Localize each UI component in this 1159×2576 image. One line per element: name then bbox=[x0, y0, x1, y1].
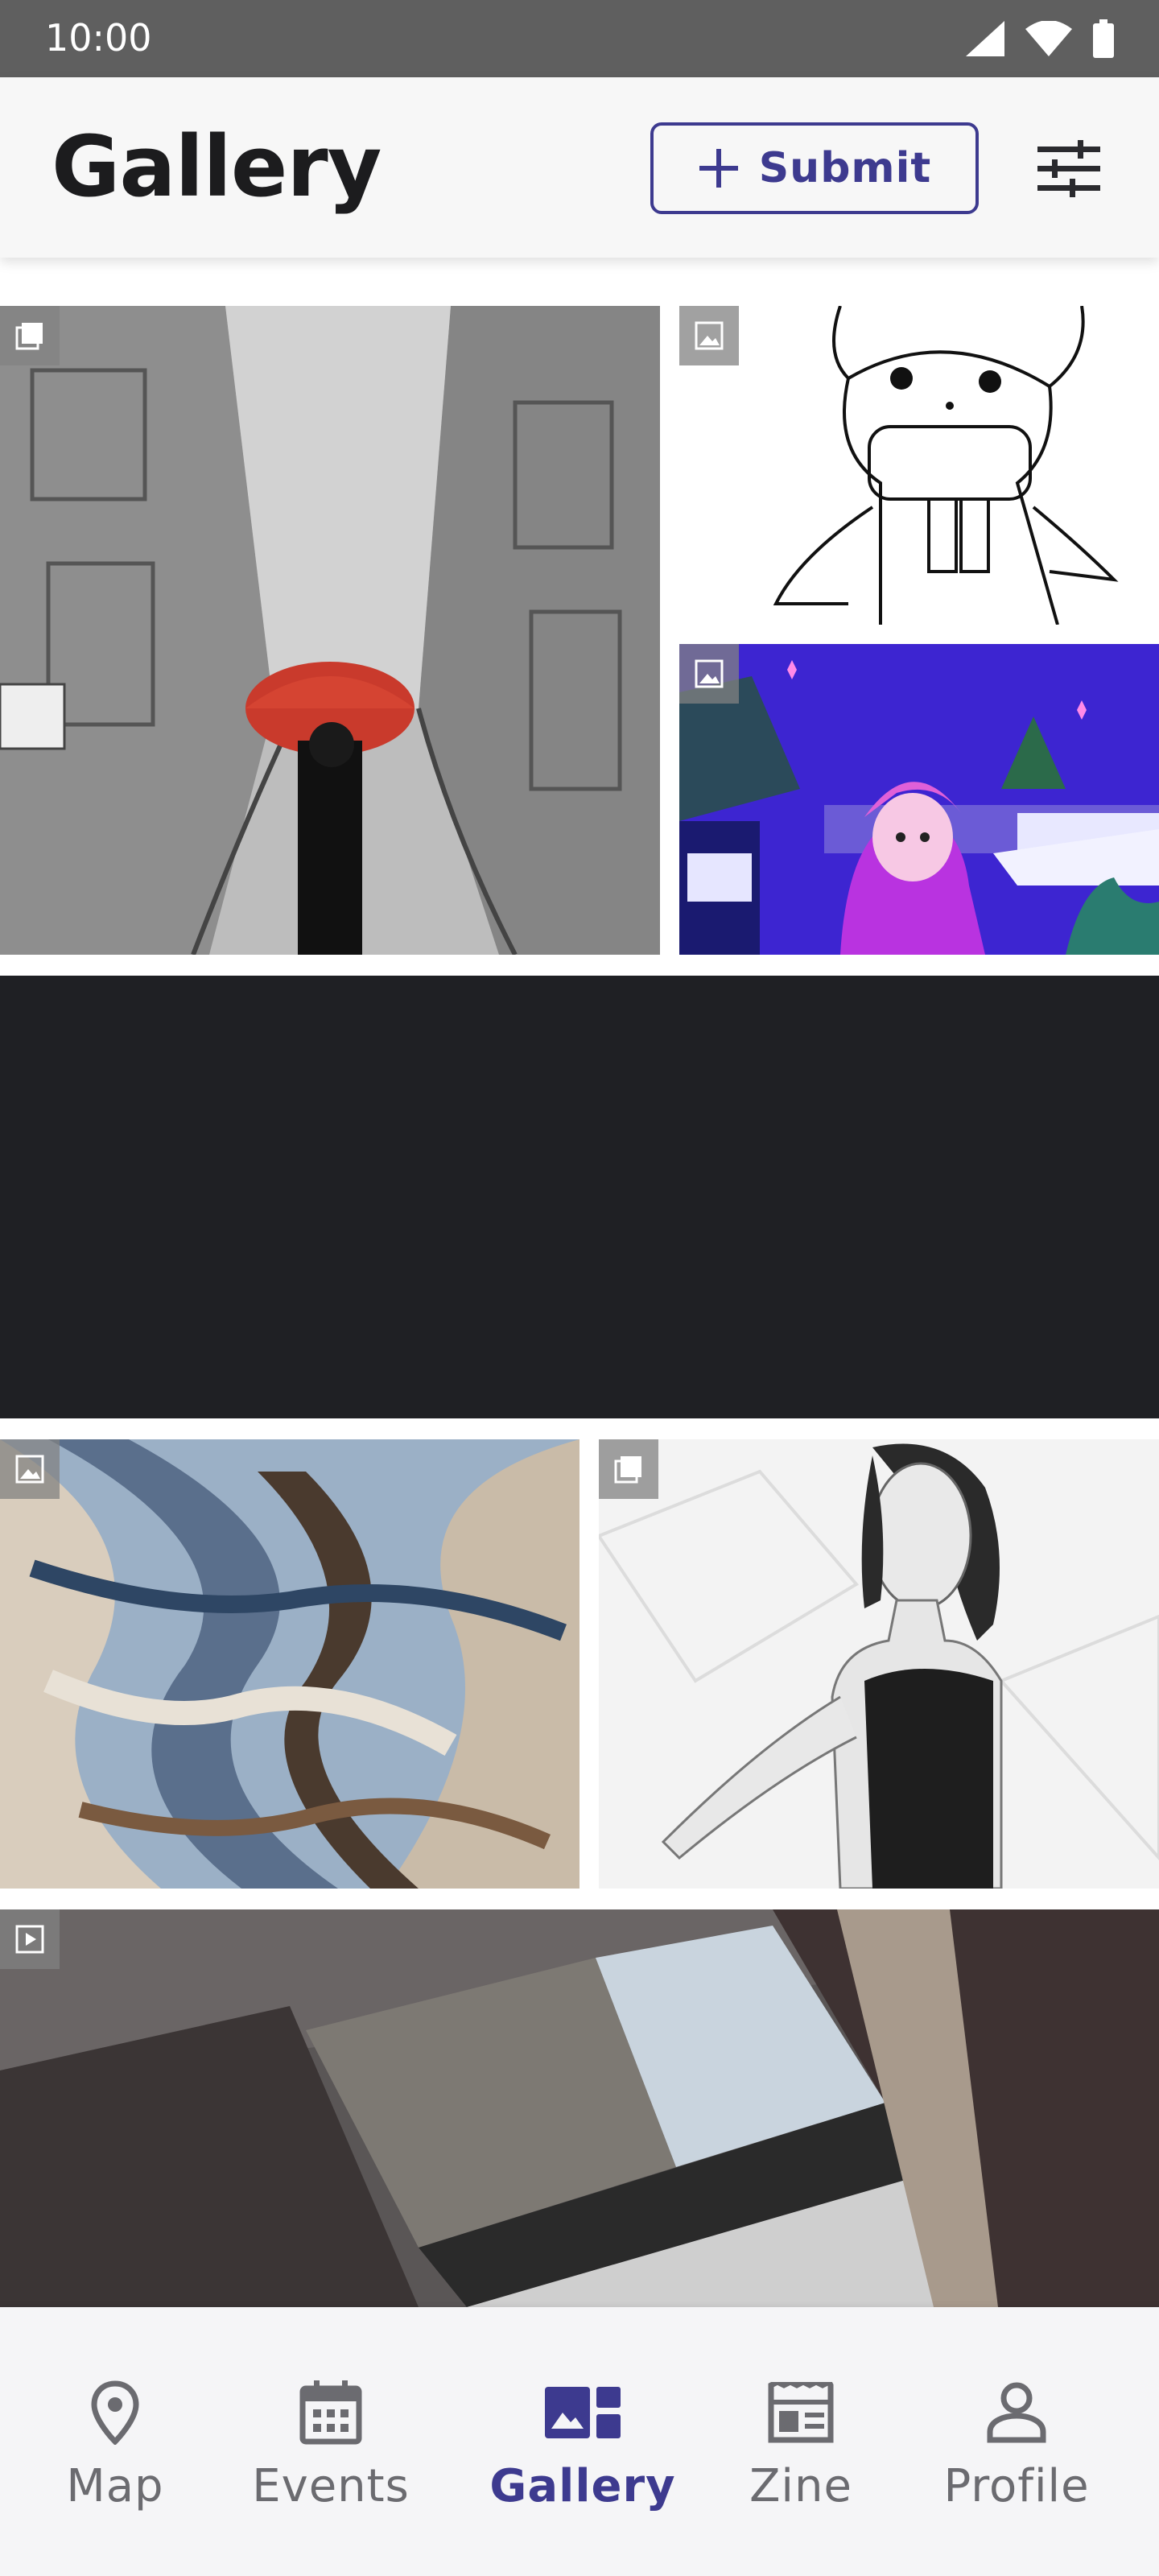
image-icon bbox=[695, 659, 724, 688]
submit-button[interactable]: Submit bbox=[650, 122, 979, 214]
collection-icon bbox=[614, 1456, 641, 1484]
nav-label: Events bbox=[252, 2460, 410, 2512]
artwork-image bbox=[679, 306, 1159, 625]
newspaper-icon bbox=[768, 2382, 834, 2443]
gallery-tile-bunny-drawing[interactable] bbox=[679, 306, 1159, 625]
artwork-image bbox=[0, 306, 660, 955]
video-icon bbox=[15, 1925, 44, 1954]
collection-badge bbox=[599, 1439, 658, 1499]
nav-label: Profile bbox=[943, 2460, 1090, 2512]
image-icon bbox=[695, 321, 724, 350]
page-title: Gallery bbox=[52, 118, 382, 216]
image-icon bbox=[15, 1455, 44, 1484]
gallery-tile-ceiling-video[interactable] bbox=[0, 1909, 1159, 2307]
gallery-tile-abstract-swirl[interactable] bbox=[0, 1439, 580, 1889]
nav-item-profile[interactable]: Profile bbox=[926, 2307, 1107, 2576]
image-badge bbox=[679, 644, 739, 704]
filter-button[interactable] bbox=[1027, 130, 1111, 208]
signal-icon bbox=[966, 21, 1004, 56]
nav-item-zine[interactable]: Zine bbox=[724, 2307, 877, 2576]
nav-item-gallery[interactable]: Gallery bbox=[485, 2307, 681, 2576]
collection-icon bbox=[15, 323, 43, 350]
submit-label: Submit bbox=[758, 144, 932, 192]
nav-label: Zine bbox=[749, 2460, 852, 2512]
battery-icon bbox=[1093, 19, 1114, 58]
video-badge bbox=[0, 1909, 60, 1969]
artwork-image bbox=[599, 1439, 1159, 1889]
nav-item-events[interactable]: Events bbox=[240, 2307, 422, 2576]
map-pin-icon bbox=[91, 2380, 139, 2445]
app-bar: Gallery Submit bbox=[0, 77, 1159, 258]
artwork-image bbox=[679, 644, 1159, 955]
collection-badge bbox=[0, 306, 60, 365]
tune-icon bbox=[1037, 140, 1100, 197]
plus-icon bbox=[699, 149, 738, 188]
gallery-icon bbox=[545, 2387, 621, 2438]
gallery-tile-portrait-sketch[interactable] bbox=[599, 1439, 1159, 1889]
image-badge bbox=[679, 306, 739, 365]
calendar-icon bbox=[299, 2380, 362, 2445]
gallery-tile-neon-illustration[interactable] bbox=[679, 644, 1159, 955]
artwork-image bbox=[0, 1439, 580, 1889]
person-icon bbox=[987, 2382, 1046, 2443]
wifi-icon bbox=[1025, 21, 1072, 56]
artwork-image bbox=[0, 1909, 1159, 2307]
image-badge bbox=[0, 1439, 60, 1499]
gallery-tile-umbrella-sketch[interactable] bbox=[0, 306, 660, 955]
nav-label: Gallery bbox=[489, 2460, 676, 2512]
bottom-navigation: Map Events Gallery Zine Profile bbox=[0, 2307, 1159, 2576]
nav-item-map[interactable]: Map bbox=[32, 2307, 198, 2576]
nav-label: Map bbox=[66, 2460, 164, 2512]
status-bar: 10:00 bbox=[0, 0, 1159, 77]
status-time: 10:00 bbox=[45, 16, 152, 60]
gallery-tile-placeholder[interactable] bbox=[0, 976, 1159, 1418]
